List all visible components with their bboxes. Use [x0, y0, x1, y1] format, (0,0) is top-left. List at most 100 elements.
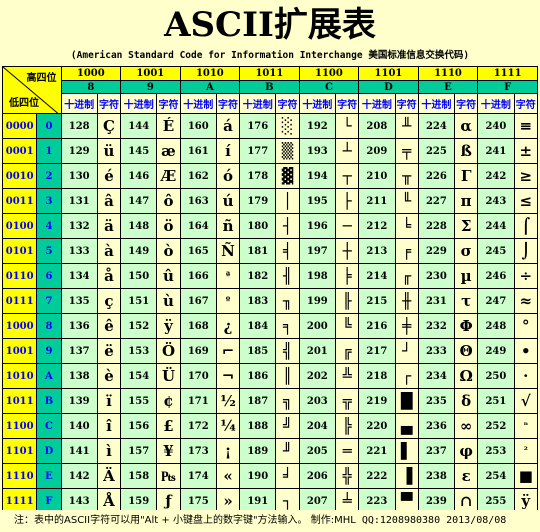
decimal-code-cell: 152 [120, 313, 158, 339]
decimal-code-cell: 173 [179, 438, 217, 464]
low-bits-hex: 2 [36, 163, 62, 189]
decimal-code-cell: 246 [477, 263, 515, 289]
decimal-code-cell: 189 [239, 438, 277, 464]
character-cell: └ [334, 113, 360, 139]
decimal-code-cell: 181 [239, 238, 277, 264]
low-bits-hex: 4 [36, 213, 62, 239]
decimal-code-cell: 130 [60, 163, 98, 189]
decimal-code-cell: 222 [358, 463, 396, 489]
character-cell: ╥ [394, 163, 419, 189]
low-bits-hex: D [36, 438, 62, 464]
decimal-code-cell: 235 [417, 388, 456, 414]
decimal-code-cell: 190 [239, 463, 277, 489]
character-cell: ≤ [513, 188, 539, 214]
decimal-code-cell: 164 [179, 213, 217, 239]
decimal-code-cell: 182 [239, 263, 277, 289]
decimal-code-cell: 188 [239, 413, 277, 439]
character-cell: Ö [156, 338, 181, 364]
character-cell: Θ [454, 338, 479, 364]
character-cell: ì [96, 438, 122, 464]
decimal-code-cell: 248 [477, 313, 515, 339]
character-cell: ╬ [334, 463, 360, 489]
character-cell: ⌐ [215, 338, 241, 364]
high-hex-row: 8 9 A B C D E F [3, 80, 538, 94]
decimal-code-cell: 232 [417, 313, 456, 339]
character-cell: ÷ [513, 263, 539, 289]
high-hex-cell: C [298, 80, 360, 94]
character-cell: ß [454, 138, 479, 164]
character-cell: ú [215, 188, 241, 214]
decimal-code-cell: 161 [179, 138, 217, 164]
decimal-code-cell: 131 [60, 188, 98, 214]
low-bits-binary: 0100 [1, 213, 38, 239]
table-row: 1101 D 141 ì 157 ¥173 ¡ 189 ╜ 205 ═ 221 ▌ 237 φ 253 ² [1, 438, 539, 464]
character-cell: ║ [275, 363, 300, 389]
high-hex-cell: D [358, 80, 419, 94]
character-cell: ╩ [334, 363, 360, 389]
high-hex-cell: A [179, 80, 241, 94]
character-cell: ≈ [513, 288, 539, 314]
decimal-code-cell: 167 [179, 288, 217, 314]
low-bits-hex: 6 [36, 263, 62, 289]
high-hex-cell: E [417, 80, 479, 94]
decimal-code-cell: 156 [120, 413, 158, 439]
character-cell: ² [513, 438, 539, 464]
decimal-code-cell: 183 [239, 288, 277, 314]
high-four-bits-label: 高四位 [26, 73, 57, 84]
decimal-code-cell: 244 [477, 213, 515, 239]
character-cell: ¥ [156, 438, 181, 464]
decimal-code-cell: 148 [120, 213, 158, 239]
character-cell: é [96, 163, 122, 189]
decimal-code-cell: 176 [239, 113, 277, 139]
character-cell: ╚ [334, 313, 360, 339]
character-cell: ┤ [275, 213, 300, 239]
page-title: ASCII扩展表 [164, 5, 376, 45]
table-row: 0001 1 129 ü 145 æ 161 í 177 ▒ 193 ┴ 209 ╤ 225 ß 241 ± [1, 138, 539, 164]
decimal-code-cell: 212 [358, 213, 396, 239]
low-bits-binary: 1000 [1, 313, 38, 339]
character-cell: ╛ [275, 463, 300, 489]
character-cell: Ω [454, 363, 479, 389]
character-cell: º [215, 288, 241, 314]
decimal-code-cell: 151 [120, 288, 158, 314]
decimal-code-cell: 165 [179, 238, 217, 264]
high-bits-cell: 1101 [358, 66, 419, 81]
char-column-header: 字符 [275, 93, 300, 114]
decimal-column-header: 十进制 [120, 93, 158, 114]
table-row: 0010 2 130 é 146 Æ 162 ó 178 ▓ 194 ┬ 210 ╥ 226 Γ 242 ≥ [1, 163, 539, 189]
decimal-code-cell: 135 [60, 288, 98, 314]
decimal-code-cell: 147 [120, 188, 158, 214]
character-cell: Σ [454, 213, 479, 239]
decimal-code-cell: 179 [239, 188, 277, 214]
page-subtitle: (American Standard Code for Information … [70, 50, 470, 61]
decimal-code-cell: 171 [179, 388, 217, 414]
character-cell: ╘ [394, 213, 419, 239]
decimal-code-cell: 213 [358, 238, 396, 264]
char-column-header: 字符 [156, 93, 181, 114]
character-cell: ┼ [334, 238, 360, 264]
character-cell: ñ [215, 213, 241, 239]
high-hex-cell: B [239, 80, 300, 94]
char-column-header: 字符 [513, 93, 539, 114]
character-cell: ┬ [334, 163, 360, 189]
low-bits-binary: 1100 [1, 413, 38, 439]
decimal-code-cell: 245 [477, 238, 515, 264]
character-cell: ⌡ [513, 238, 539, 264]
character-cell: ± [513, 138, 539, 164]
decimal-code-cell: 149 [120, 238, 158, 264]
decimal-code-cell: 215 [358, 288, 396, 314]
character-cell: æ [156, 138, 181, 164]
decimal-code-cell: 216 [358, 313, 396, 339]
character-cell: ÿ [156, 313, 181, 339]
decimal-code-cell: 150 [120, 263, 158, 289]
decimal-code-cell: 198 [298, 263, 336, 289]
character-cell: ò [156, 238, 181, 264]
decimal-code-cell: 241 [477, 138, 515, 164]
table-row: 0100 4 132 ä 148 ö 164 ñ 180 ┤ 196 ─ 212 ╘ 228 Σ 244 ⌠ [1, 213, 539, 239]
low-bits-binary: 0010 [1, 163, 38, 189]
corner-header: 高四位 低四位 [2, 66, 62, 114]
ascii-table: 高四位 低四位 1000 1001 1010 1011 1100 1101 11… [1, 66, 539, 514]
low-bits-binary: 1001 [1, 338, 38, 364]
character-cell: ┘ [394, 338, 419, 364]
char-column-header: 字符 [215, 93, 241, 114]
